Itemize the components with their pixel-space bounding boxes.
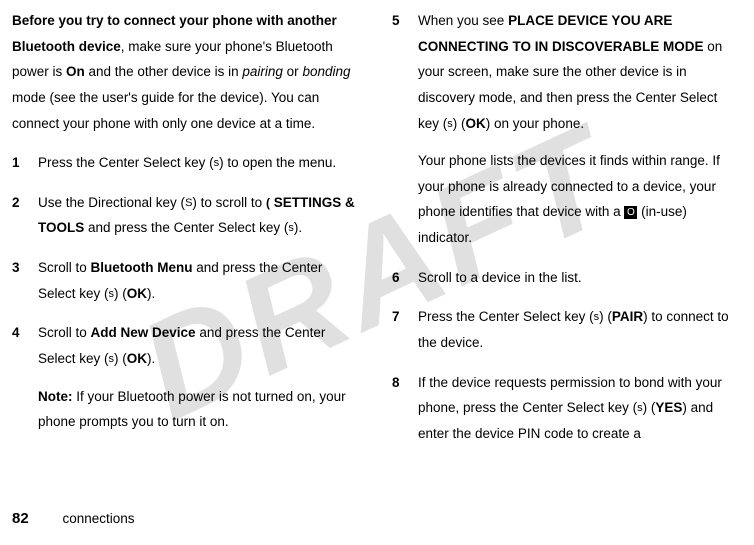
text-fragment: ). [147, 286, 155, 301]
text-fragment: PAIR [612, 309, 643, 324]
section-name: connections [62, 511, 134, 526]
step-4: 4Scroll to Add New Device and press the … [12, 320, 362, 435]
text-fragment: YES [655, 400, 682, 415]
step-body: Scroll to Bluetooth Menu and press the C… [38, 255, 362, 306]
step-number: 8 [392, 370, 418, 447]
intro-paragraph: Before you try to connect your phone wit… [12, 8, 362, 136]
step-1: 1Press the Center Select key (s) to open… [12, 150, 362, 176]
step-8: 8If the device requests permission to bo… [392, 370, 742, 447]
text-fragment: and press the Center Select key ( [84, 220, 288, 235]
step-body: Scroll to Add New Device and press the C… [38, 320, 362, 435]
left-column: Before you try to connect your phone wit… [12, 8, 362, 461]
bonding-word: bonding [302, 64, 350, 79]
text-fragment: ) ( [114, 286, 127, 301]
text-fragment: OK [466, 116, 486, 131]
text-fragment: Add New Device [91, 325, 196, 340]
step-body: Use the Directional key (S) to scroll to… [38, 190, 362, 241]
step-para-1: Press the Center Select key (s) to open … [38, 150, 362, 176]
step-para-1: Scroll to Bluetooth Menu and press the C… [38, 255, 362, 306]
text-fragment: OK [127, 351, 147, 366]
text-fragment: ) to scroll to [192, 195, 266, 210]
text-fragment: Use the Directional key ( [38, 195, 185, 210]
step-body: If the device requests permission to bon… [418, 370, 742, 447]
step-2: 2Use the Directional key (S) to scroll t… [12, 190, 362, 241]
on-label: On [66, 64, 85, 79]
step-number: 1 [12, 150, 38, 176]
step-number: 4 [12, 320, 38, 435]
pairing-word: pairing [242, 64, 283, 79]
text-fragment: ) to open the menu. [219, 155, 336, 170]
text-fragment: ). [147, 351, 155, 366]
right-column: 5When you see PLACE DEVICE YOU ARE CONNE… [392, 8, 742, 461]
intro-text-4: mode (see the user's guide for the devic… [12, 90, 319, 131]
step-number: 3 [12, 255, 38, 306]
text-fragment: Press the Center Select key ( [38, 155, 214, 170]
page-number: 82 [12, 510, 29, 527]
step-7: 7Press the Center Select key (s) (PAIR) … [392, 304, 742, 355]
step-para-1: Scroll to Add New Device and press the C… [38, 320, 362, 371]
text-fragment: ). [294, 220, 302, 235]
text-fragment: ) on your phone. [486, 116, 584, 131]
intro-text-2: and the other device is in [85, 64, 243, 79]
step-note: Note: If your Bluetooth power is not tur… [38, 384, 362, 435]
note-label: Note: [38, 389, 73, 404]
step-para-1: When you see PLACE DEVICE YOU ARE CONNEC… [418, 8, 742, 136]
step-para-1: Use the Directional key (S) to scroll to… [38, 190, 362, 241]
step-6: 6Scroll to a device in the list. [392, 265, 742, 291]
page-content: Before you try to connect your phone wit… [0, 0, 754, 461]
text-fragment: ) ( [643, 400, 656, 415]
step-para-1: Press the Center Select key (s) (PAIR) t… [418, 304, 742, 355]
step-body: Press the Center Select key (s) to open … [38, 150, 362, 176]
text-fragment: Press the Center Select key ( [418, 309, 594, 324]
text-fragment: ) ( [599, 309, 612, 324]
step-number: 5 [392, 8, 418, 251]
step-para-1: If the device requests permission to bon… [418, 370, 742, 447]
step-5: 5When you see PLACE DEVICE YOU ARE CONNE… [392, 8, 742, 251]
step-number: 6 [392, 265, 418, 291]
step-body: When you see PLACE DEVICE YOU ARE CONNEC… [418, 8, 742, 251]
text-fragment: Scroll to a device in the list. [418, 270, 582, 285]
text-fragment: Bluetooth Menu [91, 260, 193, 275]
step-para-2: Your phone lists the devices it finds wi… [418, 148, 742, 251]
text-fragment: Scroll to [38, 260, 91, 275]
step-number: 7 [392, 304, 418, 355]
note-text: If your Bluetooth power is not turned on… [38, 389, 346, 430]
text-fragment: Scroll to [38, 325, 91, 340]
text-fragment: O [624, 206, 637, 219]
intro-text-3: or [283, 64, 303, 79]
step-number: 2 [12, 190, 38, 241]
text-fragment: ) ( [453, 116, 466, 131]
text-fragment: When you see [418, 13, 508, 28]
step-body: Scroll to a device in the list. [418, 265, 742, 291]
text-fragment: OK [127, 286, 147, 301]
step-3: 3Scroll to Bluetooth Menu and press the … [12, 255, 362, 306]
step-body: Press the Center Select key (s) (PAIR) t… [418, 304, 742, 355]
page-footer: 82 connections [12, 505, 135, 534]
text-fragment: ) ( [114, 351, 127, 366]
step-para-1: Scroll to a device in the list. [418, 265, 742, 291]
